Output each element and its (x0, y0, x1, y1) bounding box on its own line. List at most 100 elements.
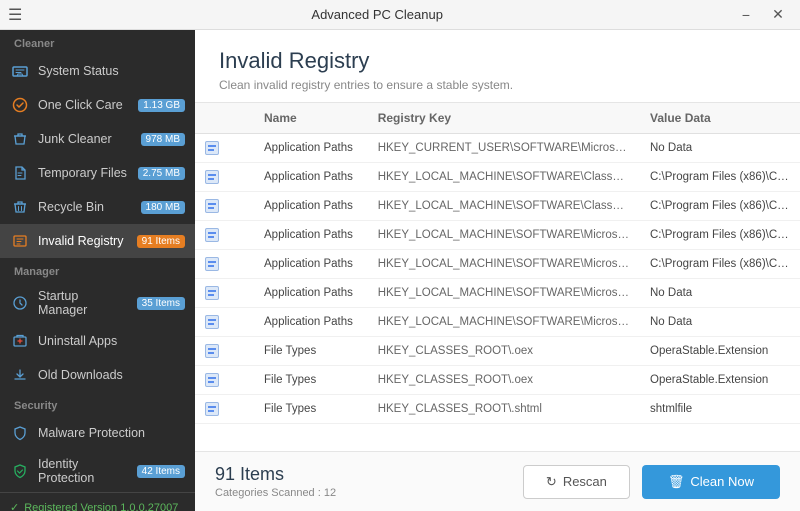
col-header-name (195, 103, 254, 134)
check-icon: ✓ (10, 501, 19, 511)
system-status-label: System Status (38, 64, 185, 78)
row-key: HKEY_LOCAL_MACHINE\SOFTWARE\Classes\Appl… (368, 192, 640, 221)
app-title: Advanced PC Cleanup (22, 7, 732, 22)
registry-icon (205, 228, 219, 242)
startup-manager-icon (10, 293, 30, 313)
junk-cleaner-badge: 978 MB (141, 133, 185, 146)
registry-icon (205, 257, 219, 271)
one-click-care-badge: 1.13 GB (138, 99, 185, 112)
table-row[interactable]: Application PathsHKEY_LOCAL_MACHINE\SOFT… (195, 250, 800, 279)
sidebar-item-startup-manager[interactable]: Startup Manager 35 Items (0, 282, 195, 324)
recycle-bin-badge: 180 MB (141, 201, 185, 214)
rescan-button[interactable]: ↻ Rescan (523, 465, 630, 499)
table-row[interactable]: Application PathsHKEY_LOCAL_MACHINE\SOFT… (195, 221, 800, 250)
cleaner-section-label: Cleaner (0, 30, 195, 54)
row-value: No Data (640, 134, 800, 163)
sidebar: Cleaner System Status One Click Care 1.1… (0, 30, 195, 511)
table-row[interactable]: Application PathsHKEY_LOCAL_MACHINE\SOFT… (195, 308, 800, 337)
sidebar-item-identity-protection[interactable]: Identity Protection 42 Items (0, 450, 195, 492)
content-title: Invalid Registry (219, 48, 776, 74)
uninstall-apps-icon (10, 331, 30, 351)
row-type: File Types (254, 337, 368, 366)
row-key: HKEY_LOCAL_MACHINE\SOFTWARE\Microsoft\Wi… (368, 250, 640, 279)
row-type: Application Paths (254, 134, 368, 163)
startup-manager-label: Startup Manager (38, 289, 129, 317)
row-type: Application Paths (254, 192, 368, 221)
table-row[interactable]: File TypesHKEY_CLASSES_ROOT\.oexOperaSta… (195, 337, 800, 366)
registered-info: ✓ Registered Version 1.0.0.27007 (10, 501, 185, 511)
one-click-care-label: One Click Care (38, 98, 130, 112)
minimize-button[interactable]: − (732, 1, 760, 29)
row-key: HKEY_LOCAL_MACHINE\SOFTWARE\Microsoft\Wi… (368, 308, 640, 337)
registry-icon (205, 402, 219, 416)
sidebar-item-temporary-files[interactable]: Temporary Files 2.75 MB (0, 156, 195, 190)
clean-now-button[interactable]: 🗑 Clean Now (642, 465, 780, 499)
registry-icon (205, 141, 219, 155)
row-icon-cell (195, 134, 254, 163)
content-header: Invalid Registry Clean invalid registry … (195, 30, 800, 103)
hamburger-icon[interactable]: ☰ (8, 5, 22, 25)
invalid-registry-label: Invalid Registry (38, 234, 129, 248)
sidebar-bottom: ✓ Registered Version 1.0.0.27007 Check f… (0, 492, 195, 511)
col-header-key: Registry Key (368, 103, 640, 134)
row-type: Application Paths (254, 279, 368, 308)
malware-protection-label: Malware Protection (38, 426, 185, 440)
row-key: HKEY_LOCAL_MACHINE\SOFTWARE\Microsoft\Wi… (368, 279, 640, 308)
registry-icon (205, 170, 219, 184)
row-key: HKEY_LOCAL_MACHINE\SOFTWARE\Classes\Appl… (368, 163, 640, 192)
table-row[interactable]: Application PathsHKEY_CURRENT_USER\SOFTW… (195, 134, 800, 163)
old-downloads-icon (10, 365, 30, 385)
security-section-label: Security (0, 392, 195, 416)
sidebar-item-malware-protection[interactable]: Malware Protection (0, 416, 195, 450)
table-row[interactable]: File TypesHKEY_CLASSES_ROOT\.oexOperaSta… (195, 366, 800, 395)
sidebar-item-old-downloads[interactable]: Old Downloads (0, 358, 195, 392)
col-header-type: Name (254, 103, 368, 134)
old-downloads-label: Old Downloads (38, 368, 185, 382)
row-key: HKEY_CLASSES_ROOT\.oex (368, 337, 640, 366)
row-key: HKEY_CLASSES_ROOT\.oex (368, 366, 640, 395)
malware-protection-icon (10, 423, 30, 443)
sidebar-item-uninstall-apps[interactable]: Uninstall Apps (0, 324, 195, 358)
col-header-value: Value Data (640, 103, 800, 134)
rescan-label: Rescan (563, 474, 607, 489)
row-value: C:\Program Files (x86)\CleverFiles\ (640, 221, 800, 250)
startup-manager-badge: 35 Items (137, 297, 185, 310)
row-key: HKEY_LOCAL_MACHINE\SOFTWARE\Microsoft\Wi… (368, 221, 640, 250)
recycle-bin-label: Recycle Bin (38, 200, 133, 214)
table-container[interactable]: Name Registry Key Value Data Application… (195, 103, 800, 451)
sidebar-item-invalid-registry[interactable]: Invalid Registry 91 Items (0, 224, 195, 258)
invalid-registry-icon (10, 231, 30, 251)
row-type: Application Paths (254, 163, 368, 192)
content-area: Invalid Registry Clean invalid registry … (195, 30, 800, 511)
sidebar-item-recycle-bin[interactable]: Recycle Bin 180 MB (0, 190, 195, 224)
table-row[interactable]: File TypesHKEY_CLASSES_ROOT\.shtmlshtmlf… (195, 395, 800, 424)
content-subtitle: Clean invalid registry entries to ensure… (219, 78, 776, 92)
registry-icon (205, 315, 219, 329)
footer-info: 91 Items Categories Scanned : 12 (215, 464, 523, 499)
rescan-icon: ↻ (546, 474, 557, 490)
uninstall-apps-label: Uninstall Apps (38, 334, 185, 348)
clean-icon: 🗑 (668, 474, 685, 490)
row-value: C:\Program Files (x86)\CleverFile... (640, 163, 800, 192)
temporary-files-label: Temporary Files (38, 166, 130, 180)
row-icon-cell (195, 163, 254, 192)
close-button[interactable]: ✕ (764, 1, 792, 29)
categories-scanned: Categories Scanned : 12 (215, 487, 523, 499)
row-type: Application Paths (254, 250, 368, 279)
manager-section-label: Manager (0, 258, 195, 282)
row-icon-cell (195, 250, 254, 279)
sidebar-item-one-click-care[interactable]: One Click Care 1.13 GB (0, 88, 195, 122)
table-row[interactable]: Application PathsHKEY_LOCAL_MACHINE\SOFT… (195, 163, 800, 192)
sidebar-item-junk-cleaner[interactable]: Junk Cleaner 978 MB (0, 122, 195, 156)
temporary-files-badge: 2.75 MB (138, 167, 185, 180)
table-row[interactable]: Application PathsHKEY_LOCAL_MACHINE\SOFT… (195, 279, 800, 308)
clean-label: Clean Now (690, 474, 754, 489)
invalid-registry-badge: 91 Items (137, 235, 185, 248)
row-icon-cell (195, 308, 254, 337)
content-footer: 91 Items Categories Scanned : 12 ↻ Resca… (195, 451, 800, 511)
table-row[interactable]: Application PathsHKEY_LOCAL_MACHINE\SOFT… (195, 192, 800, 221)
row-value: No Data (640, 308, 800, 337)
registry-icon (205, 286, 219, 300)
sidebar-item-system-status[interactable]: System Status (0, 54, 195, 88)
row-value: OperaStable.Extension (640, 366, 800, 395)
